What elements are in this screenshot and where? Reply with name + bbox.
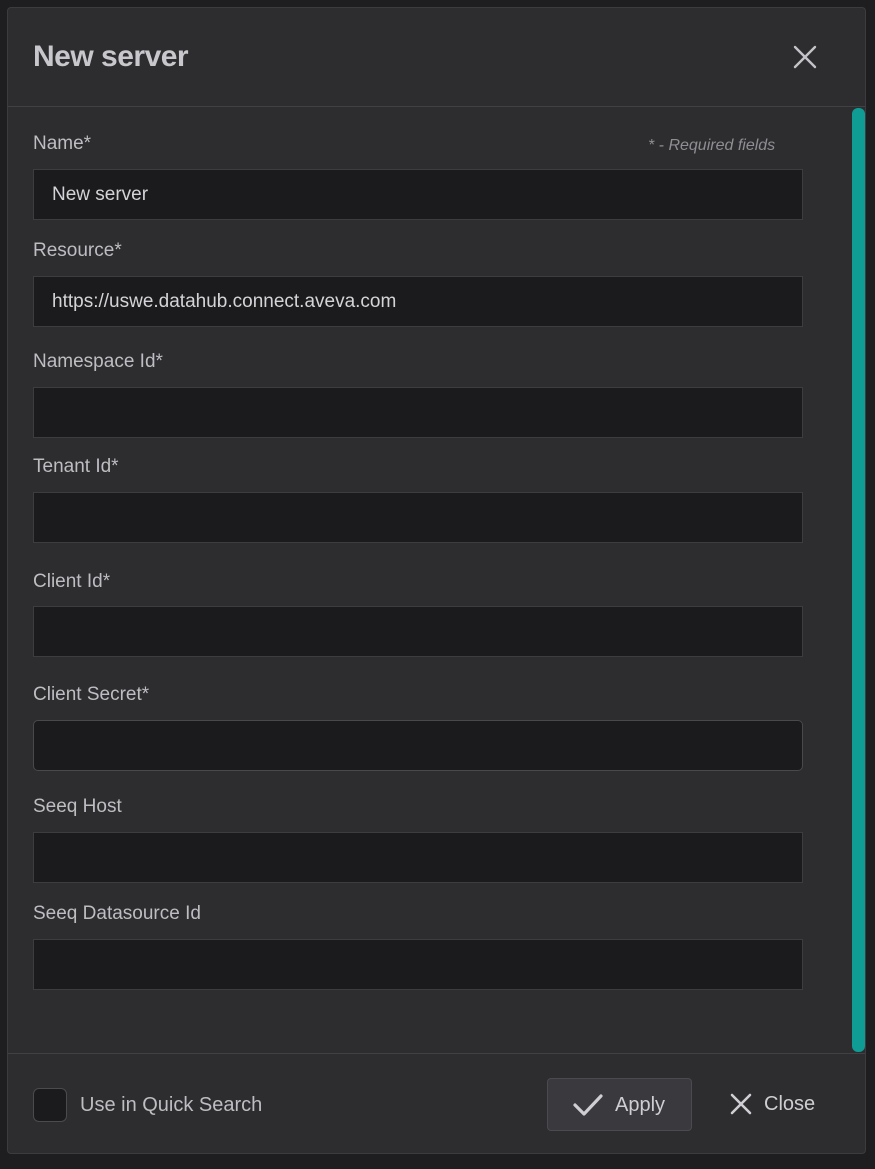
seeq-host-field[interactable] bbox=[33, 832, 803, 883]
close-label: Close bbox=[764, 1093, 816, 1115]
required-fields-note: * - Required fields bbox=[648, 137, 776, 154]
dialog-title: New server bbox=[33, 40, 189, 73]
check-icon bbox=[572, 1092, 604, 1118]
seeq-datasource-id-label: Seeq Datasource Id bbox=[33, 903, 201, 924]
quick-search-checkbox[interactable] bbox=[33, 1088, 67, 1122]
close-icon bbox=[730, 1093, 752, 1115]
client-secret-field[interactable] bbox=[33, 720, 803, 771]
resource-field[interactable] bbox=[33, 276, 803, 327]
resource-label: Resource* bbox=[33, 240, 122, 261]
quick-search-label[interactable]: Use in Quick Search bbox=[80, 1094, 262, 1117]
client-id-field[interactable] bbox=[33, 606, 803, 657]
dialog-footer: Use in Quick Search Apply Close bbox=[8, 1053, 865, 1154]
close-button[interactable]: Close bbox=[720, 1078, 828, 1131]
new-server-dialog: New server * - Required fields Name* Res… bbox=[7, 7, 866, 1154]
close-icon[interactable] bbox=[792, 44, 818, 70]
name-field[interactable] bbox=[33, 169, 803, 220]
client-id-label: Client Id* bbox=[33, 571, 111, 592]
tenant-id-label: Tenant Id* bbox=[33, 456, 119, 477]
namespace-id-label: Namespace Id* bbox=[33, 351, 163, 372]
tenant-id-field[interactable] bbox=[33, 492, 803, 543]
name-label: Name* bbox=[33, 133, 92, 154]
dialog-header: New server bbox=[8, 8, 865, 107]
apply-button[interactable]: Apply bbox=[547, 1078, 692, 1131]
seeq-host-label: Seeq Host bbox=[33, 796, 122, 817]
client-secret-label: Client Secret* bbox=[33, 684, 150, 705]
namespace-id-field[interactable] bbox=[33, 387, 803, 438]
seeq-datasource-id-field[interactable] bbox=[33, 939, 803, 990]
vertical-scrollbar[interactable] bbox=[852, 108, 865, 1052]
apply-label: Apply bbox=[615, 1094, 666, 1116]
